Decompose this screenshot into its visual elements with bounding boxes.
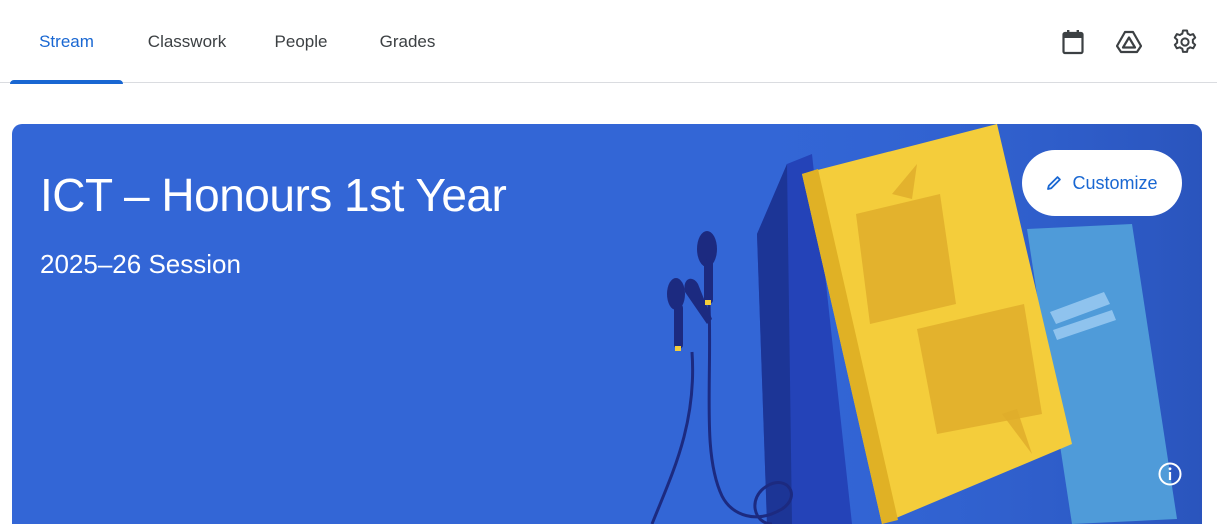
calendar-button[interactable]	[1053, 22, 1093, 62]
settings-gear-icon	[1173, 29, 1197, 53]
tab-stream-label: Stream	[39, 31, 94, 51]
class-banner: ICT – Honours 1st Year 2025–26 Session C…	[12, 124, 1202, 524]
tab-classwork-label: Classwork	[147, 31, 227, 51]
top-icon-group	[1053, 22, 1205, 62]
course-title: ICT – Honours 1st Year	[40, 169, 507, 221]
customize-button[interactable]: Customize	[1022, 150, 1182, 216]
drive-icon	[1116, 30, 1142, 54]
banner-info-button[interactable]	[1156, 460, 1184, 488]
customize-label: Customize	[1072, 172, 1158, 193]
tab-grades-label: Grades	[379, 31, 436, 51]
tab-list: Stream Classwork People Grades	[10, 0, 464, 84]
pencil-icon	[1047, 176, 1062, 190]
info-icon	[1158, 462, 1182, 486]
tab-people-label: People	[274, 31, 328, 51]
drive-folder-button[interactable]	[1109, 22, 1149, 62]
class-settings-button[interactable]	[1165, 22, 1205, 62]
course-section: 2025–26 Session	[40, 249, 241, 279]
calendar-icon	[1062, 30, 1084, 55]
tab-stream[interactable]: Stream	[10, 0, 123, 84]
tab-grades[interactable]: Grades	[351, 0, 464, 83]
top-navigation-bar: Stream Classwork People Grades	[0, 0, 1217, 84]
tab-classwork[interactable]: Classwork	[123, 0, 251, 83]
tab-people[interactable]: People	[251, 0, 351, 83]
active-tab-indicator	[10, 80, 123, 84]
